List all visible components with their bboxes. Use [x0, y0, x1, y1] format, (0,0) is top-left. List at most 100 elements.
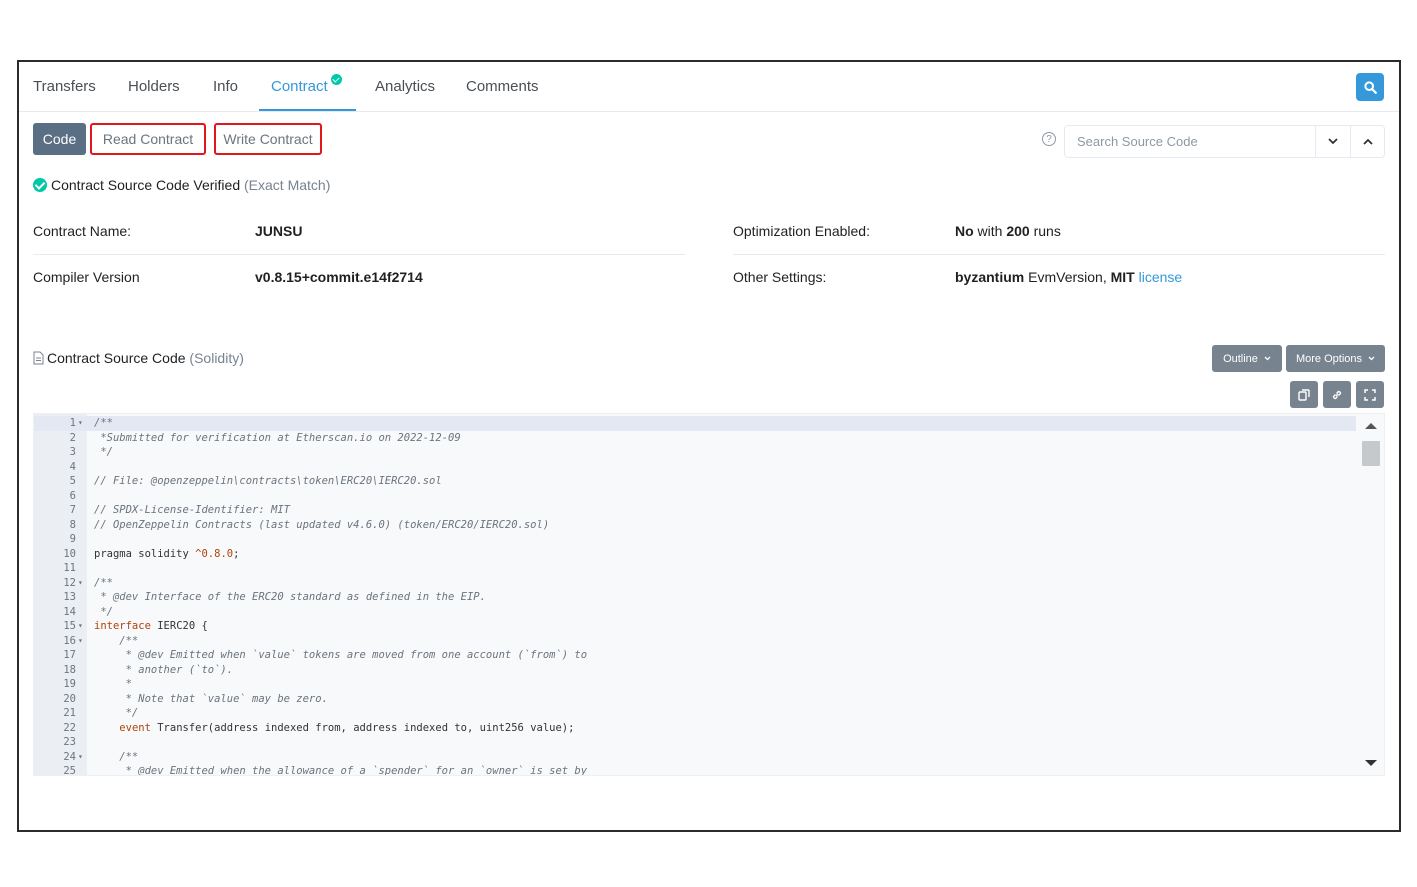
version-token: ^0.8.0	[195, 547, 234, 560]
line-number: 21	[63, 707, 76, 719]
line-number: 13	[63, 591, 76, 603]
line-number: 18	[63, 663, 76, 676]
fold-arrow-icon[interactable]: ▾	[76, 619, 90, 634]
code-line: 17 * @dev Emitted when `value` tokens ar…	[34, 648, 587, 663]
copy-button[interactable]	[1290, 381, 1318, 408]
code-line: 18 * another (`to`).	[34, 663, 587, 678]
tab-bar: Transfers Holders Info Contract Analytic…	[19, 62, 1399, 112]
line-number: 16	[63, 634, 76, 647]
fold-arrow-icon[interactable]: ▾	[76, 576, 90, 591]
scrollbar-thumb[interactable]	[1362, 441, 1380, 466]
line-number: 6	[69, 489, 76, 502]
code-line: 14 */	[34, 605, 587, 620]
code-line: 22 event Transfer(address indexed from, …	[34, 721, 587, 736]
fold-arrow-icon	[76, 648, 90, 663]
active-tab-indicator	[259, 109, 356, 111]
keyword-token: event	[119, 721, 151, 734]
fold-arrow-icon	[76, 706, 90, 721]
code-text: /**	[94, 634, 139, 647]
optimization-suffix: runs	[1029, 223, 1061, 239]
code-line: 11	[34, 561, 587, 576]
code-line: 16 ▾ /**	[34, 634, 587, 649]
tab-contract[interactable]: Contract	[271, 74, 342, 95]
code-line: 2 *Submitted for verification at Ethersc…	[34, 431, 587, 446]
line-number: 19	[63, 678, 76, 690]
contract-name-value: JUNSU	[255, 223, 303, 239]
fold-arrow-icon[interactable]: ▾	[76, 750, 90, 765]
code-line: 3 */	[34, 445, 587, 460]
tab-holders[interactable]: Holders	[128, 78, 180, 95]
file-icon	[33, 351, 44, 365]
editor-scrollbar[interactable]	[1358, 414, 1384, 775]
tab-comments[interactable]: Comments	[466, 78, 539, 95]
check-circle-icon	[33, 178, 47, 192]
gutter-spacer	[90, 532, 94, 547]
license-link[interactable]: license	[1139, 269, 1183, 285]
chevron-down-icon	[1328, 138, 1338, 145]
code-token: pragma solidity	[94, 547, 196, 560]
fold-arrow-icon[interactable]: ▾	[76, 634, 90, 649]
verified-status: Contract Source Code Verified (Exact Mat…	[33, 177, 330, 193]
divider	[33, 254, 685, 255]
read-contract-button[interactable]: Read Contract	[90, 123, 206, 155]
contract-panel: Transfers Holders Info Contract Analytic…	[17, 60, 1401, 832]
search-next-button[interactable]	[1315, 126, 1350, 157]
code-text: * Note that `value` may be zero.	[94, 692, 328, 705]
code-text: *Submitted for verification at Etherscan…	[94, 431, 461, 444]
tab-analytics[interactable]: Analytics	[375, 78, 435, 95]
code-text: * @dev Interface of the ERC20 standard a…	[94, 591, 486, 603]
code-line: 8 // OpenZeppelin Contracts (last updated…	[34, 518, 587, 533]
code-line: 9	[34, 532, 587, 547]
code-text: /**	[94, 750, 139, 763]
search-source-input[interactable]	[1065, 126, 1315, 157]
line-number: 10	[63, 547, 76, 560]
gutter-spacer	[90, 460, 94, 475]
code-tab-button[interactable]: Code	[33, 123, 86, 155]
code-text: // SPDX-License-Identifier: MIT	[94, 504, 290, 516]
write-contract-button[interactable]: Write Contract	[214, 123, 322, 155]
compiler-label: Compiler Version	[33, 269, 140, 285]
more-options-dropdown[interactable]: More Options	[1286, 345, 1385, 372]
code-text: /**	[94, 417, 113, 429]
scroll-down-arrow-icon[interactable]	[1365, 760, 1377, 766]
search-prev-button[interactable]	[1350, 126, 1385, 157]
code-editor[interactable]: 1 ▾/** 2 *Submitted for verification at Et…	[33, 413, 1385, 776]
link-button[interactable]	[1323, 381, 1351, 408]
line-number: 25	[63, 765, 76, 776]
scroll-up-arrow-icon[interactable]	[1365, 423, 1377, 429]
code-text: interface IERC20 {	[94, 619, 208, 634]
line-number: 20	[63, 692, 76, 705]
code-text: */	[94, 605, 113, 618]
gutter-spacer	[90, 735, 94, 750]
outline-label: Outline	[1223, 352, 1258, 365]
source-code-label: Contract Source Code	[47, 350, 186, 366]
search-button[interactable]	[1356, 73, 1384, 101]
fold-arrow-icon	[76, 431, 90, 446]
line-number: 1	[69, 417, 76, 429]
fold-arrow-icon	[76, 692, 90, 707]
fold-arrow-icon	[76, 503, 90, 518]
code-token: ;	[233, 547, 240, 560]
tab-info[interactable]: Info	[213, 78, 238, 95]
code-token: IERC20 {	[150, 620, 208, 632]
fold-arrow-icon[interactable]: ▾	[76, 416, 90, 431]
fullscreen-button[interactable]	[1356, 381, 1384, 408]
code-token: Transfer(address indexed from, address i…	[150, 721, 575, 734]
line-number: 11	[63, 562, 76, 574]
outline-dropdown[interactable]: Outline	[1212, 345, 1282, 372]
line-number: 3	[69, 446, 76, 458]
code-text: */	[94, 707, 139, 719]
license-type: MIT	[1110, 269, 1135, 285]
fold-arrow-icon	[76, 532, 90, 547]
fold-arrow-icon	[76, 460, 90, 475]
source-code-title: Contract Source Code (Solidity)	[33, 350, 244, 366]
line-number: 15	[63, 620, 76, 632]
verified-check-icon	[330, 74, 342, 85]
code-text: * @dev Emitted when `value` tokens are m…	[94, 649, 588, 661]
code-line: 25 * @dev Emitted when the allowance of …	[34, 764, 587, 776]
code-line: 15 ▾ interface IERC20 {	[34, 619, 587, 634]
tab-transfers[interactable]: Transfers	[33, 78, 96, 95]
help-icon[interactable]: ?	[1042, 132, 1056, 146]
gutter-spacer	[90, 489, 94, 504]
